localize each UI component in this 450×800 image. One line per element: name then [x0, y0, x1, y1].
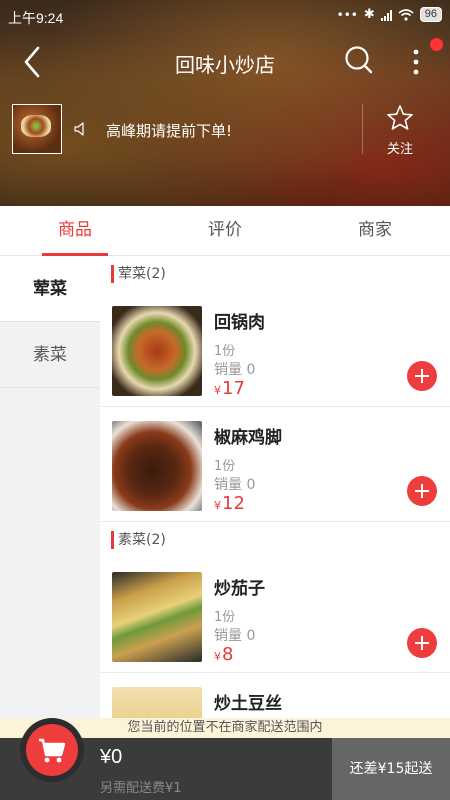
dish-unit: 1份 [214, 344, 236, 359]
status-icons: ••• ✱ 96 [337, 7, 442, 22]
dish-image[interactable] [112, 421, 202, 511]
tab-bar: 商品 评价 商家 [0, 206, 450, 256]
dish-unit: 1份 [214, 610, 236, 625]
tab-products[interactable]: 商品 [0, 206, 150, 256]
list-item[interactable]: 炒茄子 1份 销量 0 ¥8 [100, 558, 450, 673]
cart-bar: ¥0 另需配送费¥1 还差¥15起送 [0, 718, 450, 800]
dish-sales: 销量 0 [214, 477, 256, 493]
checkout-button[interactable]: 还差¥15起送 [332, 738, 450, 800]
status-bar: 上午9:24 ••• ✱ 96 [0, 0, 450, 32]
more-dots-icon: ••• [336, 7, 358, 22]
star-icon [387, 105, 413, 130]
category-vegetable[interactable]: 素菜 [0, 322, 100, 388]
dish-unit: 1份 [214, 459, 236, 474]
section-header: 荤菜(2) [100, 256, 450, 292]
follow-button[interactable]: 关注 [378, 104, 422, 157]
add-to-cart-button[interactable] [407, 628, 437, 658]
currency-symbol: ¥ [214, 650, 221, 663]
category-meat[interactable]: 荤菜 [0, 256, 100, 322]
shop-thumbnail[interactable] [12, 104, 62, 154]
dish-price: ¥12 [214, 493, 245, 514]
more-vertical-icon[interactable] [404, 44, 428, 80]
tab-reviews[interactable]: 评价 [150, 206, 300, 255]
add-to-cart-button[interactable] [407, 361, 437, 391]
price-value: 17 [222, 378, 245, 399]
bluetooth-icon: ✱ [363, 7, 375, 22]
currency-symbol: ¥ [214, 384, 221, 397]
navbar: 回味小炒店 [0, 36, 450, 88]
delivery-fee: 另需配送费¥1 [100, 781, 182, 796]
search-icon[interactable] [343, 44, 375, 76]
currency-symbol: ¥ [214, 499, 221, 512]
dish-name: 炒土豆丝 [214, 694, 282, 714]
divider [362, 104, 363, 154]
dish-name: 炒茄子 [214, 579, 265, 599]
wifi-icon [398, 8, 414, 21]
dish-sales: 销量 0 [214, 362, 256, 378]
dish-price: ¥8 [214, 644, 233, 665]
speaker-icon [74, 122, 84, 136]
product-list[interactable]: 荤菜(2) 回锅肉 1份 销量 0 ¥17 椒麻鸡脚 1份 销量 0 ¥12 素… [100, 256, 450, 736]
dish-name: 回锅肉 [214, 313, 265, 333]
signal-icon [380, 9, 392, 21]
page-title: 回味小炒店 [175, 53, 275, 77]
notification-dot [430, 38, 443, 51]
follow-label: 关注 [386, 142, 413, 157]
list-item[interactable]: 椒麻鸡脚 1份 销量 0 ¥12 [100, 407, 450, 522]
dish-price: ¥17 [214, 378, 245, 399]
tab-merchant[interactable]: 商家 [300, 206, 450, 255]
cart-button[interactable] [26, 724, 78, 776]
price-value: 12 [222, 493, 245, 514]
category-sidebar: 荤菜 素菜 [0, 256, 100, 736]
dish-name: 椒麻鸡脚 [214, 428, 282, 448]
battery-indicator: 96 [419, 7, 442, 22]
shop-notice: 高峰期请提前下单! [106, 122, 233, 140]
dish-image[interactable] [112, 572, 202, 662]
list-item[interactable]: 回锅肉 1份 销量 0 ¥17 [100, 292, 450, 407]
dish-image[interactable] [112, 306, 202, 396]
dish-sales: 销量 0 [214, 628, 256, 644]
shop-header: 上午9:24 ••• ✱ 96 回味小炒店 高峰期请提前下单! 关注 [0, 0, 450, 206]
cart-icon [39, 738, 66, 763]
status-time: 上午9:24 [8, 10, 64, 26]
price-value: 8 [222, 644, 234, 665]
cart-total: ¥0 [100, 746, 123, 768]
add-to-cart-button[interactable] [407, 476, 437, 506]
section-header: 素菜(2) [100, 522, 450, 558]
shop-info-row: 高峰期请提前下单! 关注 [0, 104, 450, 157]
